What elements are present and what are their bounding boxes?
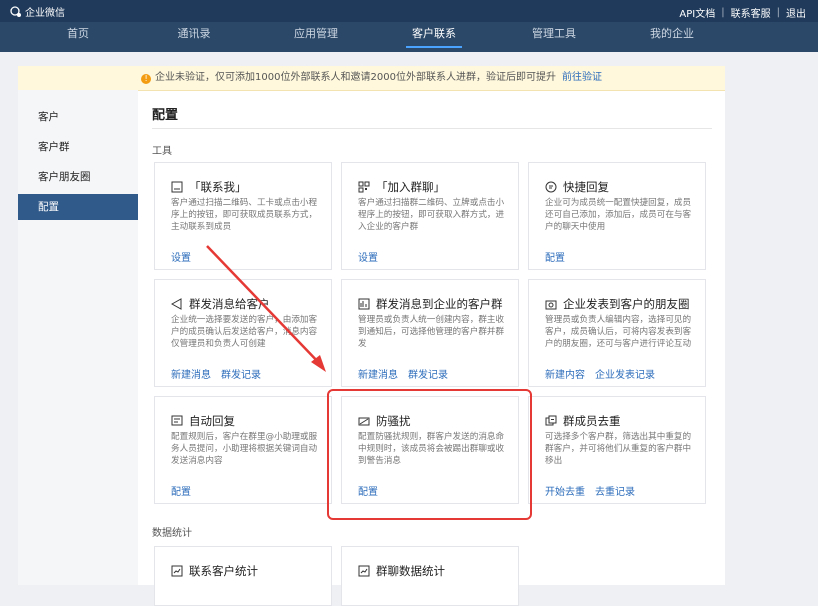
api-docs-link[interactable]: API文档 — [679, 5, 715, 20]
card-title: 群发消息给客户 — [189, 297, 270, 311]
sidebar: 客户 客户群 客户朋友圈 配置 — [18, 90, 138, 585]
config-link[interactable]: 配置 — [171, 483, 191, 498]
sidebar-item-moments[interactable]: 客户朋友圈 — [18, 164, 138, 190]
stats-icon — [358, 565, 370, 577]
dedupe-members-icon — [545, 415, 557, 427]
card-contact-stats: 联系客户统计 — [154, 546, 332, 606]
auto-reply-icon — [171, 415, 183, 427]
contact-support-link[interactable]: 联系客服 — [731, 5, 771, 20]
card-auto-reply: 自动回复 配置规则后，客户在群里@小助理或服务人员提问，小助理将根据关键词自动发… — [154, 396, 332, 504]
nav-apps[interactable]: 应用管理 — [284, 22, 348, 52]
verify-link[interactable]: 前往验证 — [562, 72, 602, 83]
separator: | — [721, 7, 725, 18]
camera-icon — [545, 298, 557, 310]
page-title: 配置 — [152, 108, 179, 123]
verification-notice: ! 企业未验证，仅可添加1000位外部联系人和邀请2000位外部联系人进群，验证后… — [18, 66, 725, 91]
nav-my-enterprise[interactable]: 我的企业 — [640, 22, 704, 52]
card-description: 可选择多个客户群，筛选出其中重复的群客户，并可将他们从重复的客户群中移出 — [545, 432, 692, 466]
wecom-logo-icon — [10, 5, 22, 18]
divider — [152, 128, 712, 129]
card-title: 自动回复 — [189, 414, 235, 428]
new-content-link[interactable]: 新建内容 — [545, 366, 585, 381]
card-title: 企业发表到客户的朋友圈 — [563, 297, 690, 311]
top-bar: 企业微信 API文档 | 联系客服 | 退出 — [0, 0, 818, 22]
card-description: 管理员或负责人编辑内容，选择可见的客户，成员确认后，可将内容发表到客户的朋友圈，… — [545, 315, 692, 349]
logout-link[interactable]: 退出 — [786, 5, 806, 20]
card-join-group: 「加入群聊」 客户通过扫描群二维码、立牌或点击小程序上的按钮，即可获取入群方式，… — [341, 162, 519, 270]
card-group-stats: 群聊数据统计 — [341, 546, 519, 606]
top-links: API文档 | 联系客服 | 退出 — [679, 5, 806, 20]
broadcast-icon — [358, 298, 370, 310]
main-nav: 首页 通讯录 应用管理 客户联系 管理工具 我的企业 — [0, 22, 818, 52]
card-title: 快捷回复 — [563, 180, 609, 194]
card-quick-reply: 快捷回复 企业可为成员统一配置快捷回复，成员还可自己添加，添加后，成员可在与客户… — [528, 162, 706, 270]
sidebar-item-config[interactable]: 配置 — [18, 194, 138, 220]
settings-link[interactable]: 设置 — [171, 249, 191, 264]
notice-text: 企业未验证，仅可添加1000位外部联系人和邀请2000位外部联系人进群，验证后即… — [155, 72, 556, 83]
nav-contacts[interactable]: 通讯录 — [164, 22, 224, 52]
annotation-highlight-box — [327, 389, 532, 520]
dedupe-history-link[interactable]: 去重记录 — [595, 483, 635, 498]
section-stats-label: 数据统计 — [152, 528, 192, 539]
warning-icon: ! — [141, 74, 152, 84]
logo[interactable]: 企业微信 — [10, 4, 65, 19]
broadcast-history-link[interactable]: 群发记录 — [408, 366, 448, 381]
group-qrcode-icon — [358, 181, 370, 193]
sidebar-item-customers[interactable]: 客户 — [18, 104, 138, 130]
broadcast-history-link[interactable]: 群发记录 — [221, 366, 261, 381]
post-history-link[interactable]: 企业发表记录 — [595, 366, 655, 381]
card-description: 客户通过扫描二维码、工卡或点击小程序上的按钮，即可获取成员联系方式，主动联系到成… — [171, 198, 318, 232]
card-broadcast-groups: 群发消息到企业的客户群 管理员或负责人统一创建内容，群主收到通知后，可选择他管理… — [341, 279, 519, 387]
card-title: 群成员去重 — [563, 414, 621, 428]
card-broadcast-customers: 群发消息给客户 企业统一选择要发送的客户，由添加客户的成员确认后发送给客户，消息… — [154, 279, 332, 387]
card-description: 企业可为成员统一配置快捷回复，成员还可自己添加，添加后，成员可在与客户的聊天中使… — [545, 198, 692, 232]
logo-text: 企业微信 — [25, 8, 65, 19]
card-title: 「联系我」 — [189, 180, 247, 194]
nav-customer-contact[interactable]: 客户联系 — [400, 22, 468, 52]
qrcode-card-icon — [171, 181, 183, 193]
card-title: 联系客户统计 — [189, 564, 258, 578]
card-contact-me: 「联系我」 客户通过扫描二维码、工卡或点击小程序上的按钮，即可获取成员联系方式，… — [154, 162, 332, 270]
card-description: 企业统一选择要发送的客户，由添加客户的成员确认后发送给客户，消息内容仅管理员和负… — [171, 315, 318, 349]
separator: | — [776, 7, 780, 18]
stats-icon — [171, 565, 183, 577]
card-description: 配置规则后，客户在群里@小助理或服务人员提问，小助理将根据关键词自动发送消息内容 — [171, 432, 318, 466]
chat-bubble-icon — [545, 181, 557, 193]
megaphone-icon — [171, 298, 183, 310]
section-tools-label: 工具 — [152, 146, 172, 157]
nav-management-tools[interactable]: 管理工具 — [522, 22, 586, 52]
new-message-link[interactable]: 新建消息 — [358, 366, 398, 381]
card-description: 客户通过扫描群二维码、立牌或点击小程序上的按钮，即可获取入群方式，进入企业的客户… — [358, 198, 505, 232]
nav-home[interactable]: 首页 — [48, 22, 108, 52]
card-description: 管理员或负责人统一创建内容，群主收到通知后，可选择他管理的客户群并群发 — [358, 315, 505, 349]
card-title: 「加入群聊」 — [376, 180, 445, 194]
sidebar-item-customer-groups[interactable]: 客户群 — [18, 134, 138, 160]
card-moments-post: 企业发表到客户的朋友圈 管理员或负责人编辑内容，选择可见的客户，成员确认后，可将… — [528, 279, 706, 387]
config-link[interactable]: 配置 — [545, 249, 565, 264]
start-dedupe-link[interactable]: 开始去重 — [545, 483, 585, 498]
card-title: 群发消息到企业的客户群 — [376, 297, 503, 311]
card-dedupe-members: 群成员去重 可选择多个客户群，筛选出其中重复的群客户，并可将他们从重复的客户群中… — [528, 396, 706, 504]
settings-link[interactable]: 设置 — [358, 249, 378, 264]
new-message-link[interactable]: 新建消息 — [171, 366, 211, 381]
card-title: 群聊数据统计 — [376, 564, 445, 578]
